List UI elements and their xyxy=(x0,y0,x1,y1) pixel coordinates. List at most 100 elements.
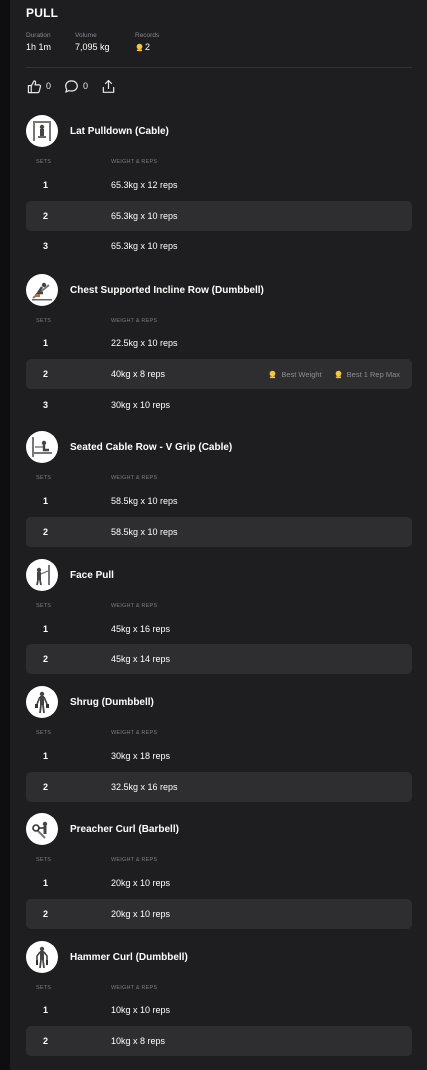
weight-reps-column-header: WEIGHT & REPS xyxy=(111,985,158,991)
stat-volume-label: Volume xyxy=(75,32,97,39)
medal-icon xyxy=(269,370,276,378)
stat-volume-value: 7,095 kg xyxy=(75,42,135,52)
exercise-header[interactable]: Hammer Curl (Dumbbell) xyxy=(26,940,188,974)
like-icon[interactable] xyxy=(26,78,42,94)
set-weight-reps: 65.3kg x 10 reps xyxy=(111,211,178,221)
set-number: 1 xyxy=(43,496,49,506)
exercise-thumbnail xyxy=(26,559,58,591)
set-row: 1 20kg x 10 reps xyxy=(26,868,412,898)
workout-detail: PULL Duration 1h 1m Volume 7,095 kg Reco… xyxy=(10,0,427,1070)
set-weight-reps: 20kg x 10 reps xyxy=(111,878,171,888)
set-weight-reps: 58.5kg x 10 reps xyxy=(111,527,178,537)
set-row: 3 30kg x 10 reps xyxy=(26,390,412,420)
comment-count: 0 xyxy=(83,81,89,91)
set-weight-reps: 32.5kg x 16 reps xyxy=(111,782,178,792)
set-row: 1 58.5kg x 10 reps xyxy=(26,486,412,516)
stat-records: Records 2 xyxy=(135,32,159,52)
record-badge-label: Best Weight xyxy=(281,369,322,379)
set-row: 2 10kg x 8 reps xyxy=(26,1026,412,1056)
set-weight-reps: 58.5kg x 10 reps xyxy=(111,496,178,506)
exercise-thumbnail xyxy=(26,115,58,147)
set-number: 1 xyxy=(43,624,49,634)
set-number: 1 xyxy=(43,1005,49,1015)
stat-duration-value: 1h 1m xyxy=(26,42,75,52)
exercise-name: Shrug (Dumbbell) xyxy=(70,696,154,708)
exercise-name: Seated Cable Row - V Grip (Cable) xyxy=(70,441,233,453)
exercise-thumbnail xyxy=(26,431,58,463)
stat-records-label: Records xyxy=(135,32,160,39)
exercise-thumbnail xyxy=(26,686,58,718)
set-weight-reps: 10kg x 10 reps xyxy=(111,1005,171,1015)
set-weight-reps: 45kg x 14 reps xyxy=(111,654,171,664)
exercise-name: Face Pull xyxy=(70,569,114,581)
exercise-header[interactable]: Face Pull xyxy=(26,558,114,592)
stat-duration: Duration 1h 1m xyxy=(26,32,75,52)
weight-reps-column-header: WEIGHT & REPS xyxy=(111,475,158,481)
exercise-header[interactable]: Seated Cable Row - V Grip (Cable) xyxy=(26,430,232,464)
medal-icon xyxy=(136,43,143,51)
set-weight-reps: 30kg x 18 reps xyxy=(111,751,171,761)
weight-reps-column-header: WEIGHT & REPS xyxy=(111,603,158,609)
workout-header: PULL Duration 1h 1m Volume 7,095 kg Reco… xyxy=(26,6,412,52)
sets-column-header: SETS xyxy=(36,985,52,991)
like-count: 0 xyxy=(46,81,52,91)
set-number: 3 xyxy=(43,241,49,251)
sets-column-header: SETS xyxy=(36,318,52,324)
set-weight-reps: 10kg x 8 reps xyxy=(111,1036,166,1046)
set-weight-reps: 45kg x 16 reps xyxy=(111,624,171,634)
workout-title: PULL xyxy=(26,6,59,20)
set-number: 1 xyxy=(43,878,49,888)
medal-icon xyxy=(335,370,342,378)
set-row: 2 32.5kg x 16 reps xyxy=(26,772,412,802)
exercise-header[interactable]: Chest Supported Incline Row (Dumbbell) xyxy=(26,273,264,307)
record-badge-label: Best 1 Rep Max xyxy=(346,369,400,379)
set-weight-reps: 65.3kg x 12 reps xyxy=(111,180,178,190)
exercise-name: Preacher Curl (Barbell) xyxy=(70,823,179,835)
set-number: 2 xyxy=(43,782,49,792)
weight-reps-column-header: WEIGHT & REPS xyxy=(111,159,158,165)
set-row: 1 45kg x 16 reps xyxy=(26,614,412,644)
set-row: 2 45kg x 14 reps xyxy=(26,644,412,674)
exercise-thumbnail xyxy=(26,274,58,306)
set-row: 2 40kg x 8 reps Best Weight Best 1 Rep M… xyxy=(26,359,412,389)
sets-column-header: SETS xyxy=(36,603,52,609)
stat-volume-text: 7,095 kg xyxy=(75,42,110,52)
exercise-name: Chest Supported Incline Row (Dumbbell) xyxy=(70,284,264,296)
set-number: 2 xyxy=(43,369,49,379)
share-icon[interactable] xyxy=(100,78,116,94)
set-number: 2 xyxy=(43,654,49,664)
weight-reps-column-header: WEIGHT & REPS xyxy=(111,318,158,324)
set-row: 2 20kg x 10 reps xyxy=(26,899,412,929)
social-bar: 0 0 xyxy=(26,78,116,94)
set-row: 1 10kg x 10 reps xyxy=(26,995,412,1025)
weight-reps-column-header: WEIGHT & REPS xyxy=(111,730,158,736)
exercise-header[interactable]: Shrug (Dumbbell) xyxy=(26,685,154,719)
exercise-header[interactable]: Lat Pulldown (Cable) xyxy=(26,114,169,148)
exercise-thumbnail xyxy=(26,941,58,973)
exercise-thumbnail xyxy=(26,813,58,845)
record-badge-best-weight: Best Weight xyxy=(268,369,322,379)
set-weight-reps: 22.5kg x 10 reps xyxy=(111,338,178,348)
set-row: 3 65.3kg x 10 reps xyxy=(26,231,412,261)
sets-column-header: SETS xyxy=(36,475,52,481)
set-number: 2 xyxy=(43,211,49,221)
exercise-header[interactable]: Preacher Curl (Barbell) xyxy=(26,812,179,846)
exercise-name: Lat Pulldown (Cable) xyxy=(70,125,169,137)
set-number: 2 xyxy=(43,527,49,537)
set-weight-reps: 30kg x 10 reps xyxy=(111,400,171,410)
comment-icon[interactable] xyxy=(63,78,79,94)
set-number: 1 xyxy=(43,338,49,348)
set-number: 2 xyxy=(43,909,49,919)
set-row: 1 65.3kg x 12 reps xyxy=(26,170,412,200)
record-badges: Best Weight Best 1 Rep Max xyxy=(256,359,400,389)
stat-duration-text: 1h 1m xyxy=(26,42,52,52)
sets-column-header: SETS xyxy=(36,730,52,736)
stat-duration-label: Duration xyxy=(26,32,51,39)
sets-column-header: SETS xyxy=(36,159,52,165)
set-weight-reps: 65.3kg x 10 reps xyxy=(111,241,178,251)
set-row: 1 30kg x 18 reps xyxy=(26,741,412,771)
set-row: 1 22.5kg x 10 reps xyxy=(26,328,412,358)
set-row: 2 58.5kg x 10 reps xyxy=(26,517,412,547)
workout-stats: Duration 1h 1m Volume 7,095 kg Records 2 xyxy=(26,32,159,52)
set-weight-reps: 20kg x 10 reps xyxy=(111,909,171,919)
